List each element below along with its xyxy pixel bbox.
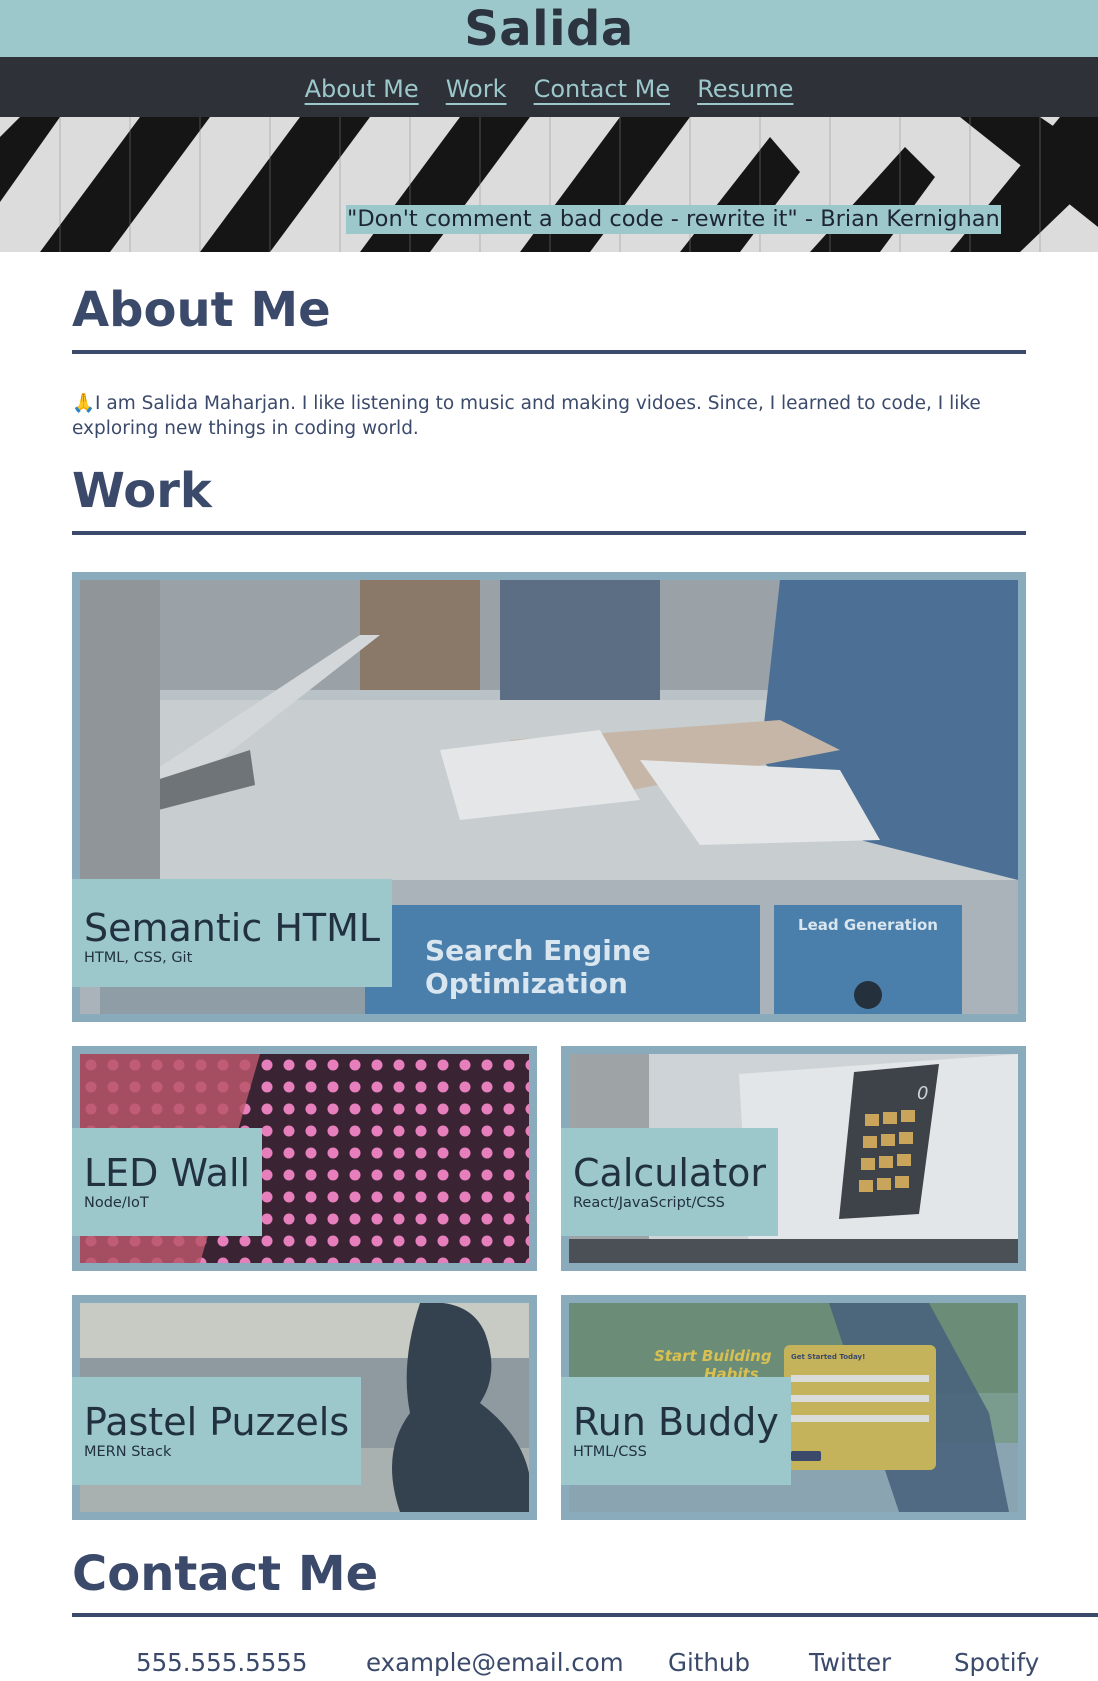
project-card-semantic-html[interactable]: Search Engine Optimization Lead Generati… (72, 572, 1026, 1022)
seo-image-text-2: Optimization (425, 967, 628, 1000)
pray-emoji-icon: 🙏 (72, 393, 96, 414)
site-title: Salida (464, 1, 634, 57)
project-tech: MERN Stack (84, 1444, 172, 1460)
run-buddy-hero-text: Start Building (654, 1347, 772, 1365)
project-card-pastel-puzzels[interactable]: Pastel Puzzels MERN Stack (72, 1295, 537, 1520)
project-title: Run Buddy (573, 1400, 779, 1444)
nav-link-work[interactable]: Work (446, 75, 507, 103)
project-tech: HTML/CSS (573, 1444, 647, 1460)
contact-spotify-link[interactable]: Spotify (954, 1648, 1039, 1677)
site-header: Salida (0, 0, 1098, 57)
run-buddy-form-title: Get Started Today! (791, 1353, 865, 1361)
seo-image-text: Search Engine (425, 934, 651, 967)
project-title: Semantic HTML (84, 906, 381, 950)
project-title: LED Wall (84, 1151, 251, 1195)
work-heading: Work (72, 463, 212, 519)
hero-quote: "Don't comment a bad code - rewrite it" … (346, 205, 1001, 234)
about-divider (72, 350, 1026, 354)
project-label: Calculator React/JavaScript/CSS (561, 1128, 778, 1236)
contact-email-link[interactable]: example@email.com (366, 1648, 624, 1677)
project-title: Calculator (573, 1151, 766, 1195)
contact-divider (72, 1613, 1098, 1617)
nav-link-contact-me[interactable]: Contact Me (534, 75, 670, 103)
project-tech: React/JavaScript/CSS (573, 1195, 725, 1211)
project-tech: HTML, CSS, Git (84, 950, 193, 966)
project-title: Pastel Puzzels (84, 1400, 350, 1444)
project-card-led-wall[interactable]: LED Wall Node/IoT (72, 1046, 537, 1271)
nav-link-resume[interactable]: Resume (697, 75, 793, 103)
project-card-calculator[interactable]: 0 Calculator React/JavaScript/CSS (561, 1046, 1026, 1271)
contact-heading: Contact Me (72, 1546, 379, 1602)
about-paragraph: I am Salida Maharjan. I like listening t… (72, 393, 981, 439)
project-label: Semantic HTML HTML, CSS, Git (72, 879, 393, 987)
contact-github-link[interactable]: Github (668, 1648, 750, 1677)
nav-bar: About Me Work Contact Me Resume (0, 57, 1098, 117)
work-divider (72, 531, 1026, 535)
project-label: LED Wall Node/IoT (72, 1128, 263, 1236)
project-label: Pastel Puzzels MERN Stack (72, 1377, 362, 1485)
about-heading: About Me (72, 282, 331, 338)
project-tech: Node/IoT (84, 1195, 149, 1211)
calculator-display-text: 0 (917, 1083, 928, 1104)
project-label: Run Buddy HTML/CSS (561, 1377, 791, 1485)
lead-gen-image-text: Lead Generation (798, 916, 938, 934)
about-text: 🙏I am Salida Maharjan. I like listening … (72, 391, 1032, 441)
contact-phone-link[interactable]: 555.555.5555 (136, 1648, 307, 1677)
nav-link-about-me[interactable]: About Me (305, 75, 419, 103)
contact-twitter-link[interactable]: Twitter (809, 1648, 891, 1677)
nav-links: About Me Work Contact Me Resume (0, 75, 1098, 103)
project-card-run-buddy[interactable]: Get Started Today! Start Building Habits… (561, 1295, 1026, 1520)
